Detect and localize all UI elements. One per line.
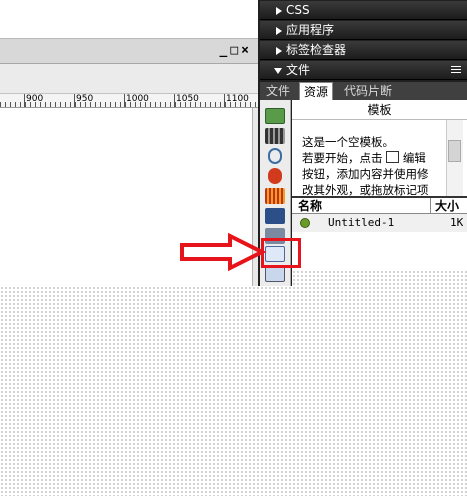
document-toolbar xyxy=(0,64,258,94)
ruler-label: 1000 xyxy=(126,94,149,104)
panel-title: CSS xyxy=(286,3,310,17)
description-text: 编辑 xyxy=(402,151,426,165)
document-window-titlebar: _□× xyxy=(0,38,258,64)
ruler-major-tick xyxy=(174,94,175,107)
minimize-button[interactable]: _ xyxy=(220,43,231,58)
panel-title: 文件 xyxy=(286,63,311,77)
ruler-major-tick xyxy=(224,94,225,107)
panel-header-application[interactable]: 应用程序 xyxy=(260,21,467,40)
shockwave-icon[interactable] xyxy=(265,188,285,204)
tab-assets[interactable]: 资源 xyxy=(299,82,334,100)
panel-header-files[interactable]: 文件 xyxy=(260,61,467,80)
description-line: 按钮，添加内容并使用修 xyxy=(302,167,429,181)
restore-button[interactable]: □ xyxy=(230,43,241,58)
panel-options-icon[interactable] xyxy=(451,66,461,74)
description-text: 若要开始，点击 xyxy=(302,151,383,165)
template-file-icon xyxy=(300,218,310,228)
expand-arrow-icon xyxy=(276,27,282,35)
highlight-box xyxy=(261,238,301,268)
list-empty-area xyxy=(292,232,467,270)
transparent-area xyxy=(0,286,467,496)
horizontal-ruler: 900 950 1000 1050 1100 xyxy=(0,94,258,108)
panel-title: 标签检查器 xyxy=(286,43,347,57)
ruler-major-tick xyxy=(24,94,25,107)
panel-tabs: 文件 资源 代码片断 xyxy=(260,82,467,100)
expand-arrow-icon xyxy=(276,7,282,15)
row-name: Untitled-1 xyxy=(328,216,395,229)
column-size[interactable]: 大小 xyxy=(430,198,459,214)
description-line: 改其外观，或拖放标记项 xyxy=(302,183,429,196)
category-title: 模板 xyxy=(292,100,467,120)
description-line: 这是一个空模板。 xyxy=(302,135,394,149)
template-description: 这是一个空模板。 若要开始，点击 编辑 按钮，添加内容并使用修 改其外观，或拖放… xyxy=(292,120,467,196)
colors-icon[interactable] xyxy=(265,128,285,144)
ruler-label: 1100 xyxy=(226,94,249,104)
tab-files[interactable]: 文件 xyxy=(262,82,294,100)
ruler-label: 950 xyxy=(76,94,94,104)
urls-icon[interactable] xyxy=(268,148,282,164)
ruler-major-tick xyxy=(74,94,75,107)
panel-header-css[interactable]: CSS xyxy=(260,1,467,20)
ruler-label: 1050 xyxy=(176,94,199,104)
panel-title: 应用程序 xyxy=(286,23,335,37)
document-top-area xyxy=(0,0,258,38)
library-icon[interactable] xyxy=(265,266,285,282)
flash-icon[interactable] xyxy=(268,168,282,184)
window-controls: _□× xyxy=(220,43,252,58)
list-header: 名称 大小 xyxy=(292,198,467,214)
ruler-label: 900 xyxy=(26,94,44,104)
collapse-arrow-icon xyxy=(274,68,282,74)
panel-header-tag-inspector[interactable]: 标签检查器 xyxy=(260,41,467,60)
edit-icon xyxy=(386,151,400,163)
description-line: 若要开始，点击 编辑 xyxy=(302,150,467,166)
row-size: 1K xyxy=(450,216,464,229)
table-row[interactable]: Untitled-1 1K xyxy=(292,214,467,232)
tab-snippets[interactable]: 代码片断 xyxy=(340,82,396,100)
column-name[interactable]: 名称 xyxy=(298,198,322,214)
ruler-major-tick xyxy=(124,94,125,107)
expand-arrow-icon xyxy=(276,47,282,55)
images-icon[interactable] xyxy=(265,108,285,124)
red-arrow-annotation xyxy=(180,232,267,272)
close-button[interactable]: × xyxy=(241,43,252,58)
movies-icon[interactable] xyxy=(265,208,285,224)
scroll-thumb[interactable] xyxy=(448,140,461,162)
